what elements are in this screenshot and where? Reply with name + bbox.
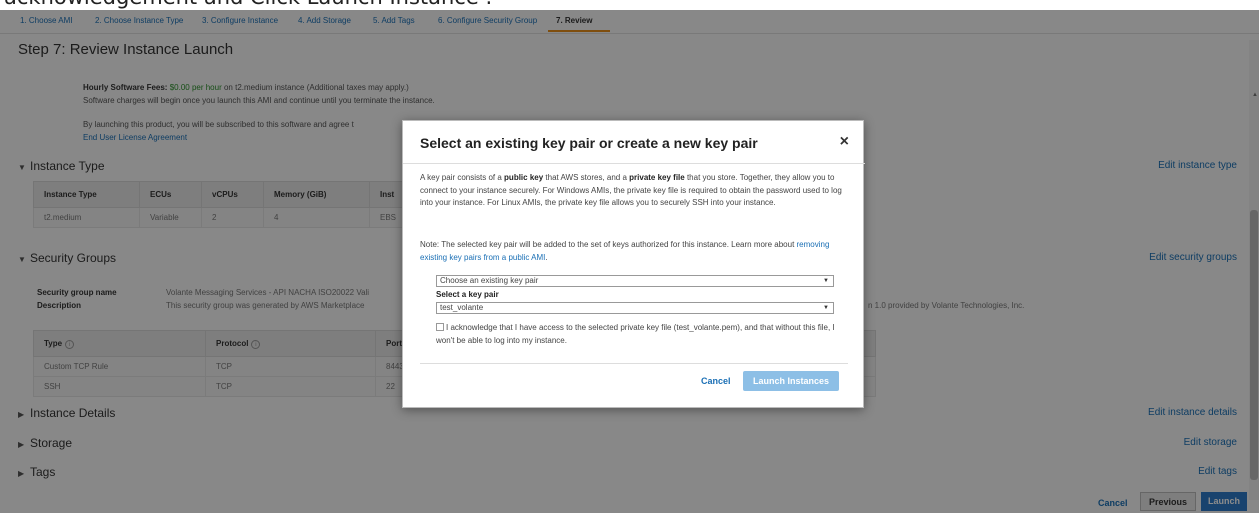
launch-instances-button[interactable]: Launch Instances [743,371,839,391]
acknowledge-text: I acknowledge that I have access to the … [436,323,835,345]
close-icon[interactable]: × [840,133,849,151]
dialog-note: Note: The selected key pair will be adde… [420,240,830,262]
dialog-title: Select an existing key pair or create a … [420,135,758,151]
dialog-cancel-button[interactable]: Cancel [701,376,731,386]
acknowledge-row[interactable]: I acknowledge that I have access to the … [436,321,846,347]
dialog-footer-divider [420,363,848,364]
key-pair-dialog: Select an existing key pair or create a … [402,120,865,408]
caption-strip: acknowledgement and Click Launch Instanc… [0,0,1259,10]
dialog-divider [403,163,865,164]
chevron-down-icon: ▼ [823,305,829,311]
key-pair-select[interactable]: test_volante ▼ [436,302,834,314]
acknowledge-checkbox[interactable] [436,323,444,331]
key-pair-mode-select[interactable]: Choose an existing key pair ▼ [436,275,834,287]
key-pair-label: Select a key pair [436,290,499,299]
chevron-down-icon: ▼ [823,278,829,284]
caption-text: acknowledgement and Click Launch Instanc… [4,0,492,9]
dialog-description: A key pair consists of a public key that… [420,173,842,207]
